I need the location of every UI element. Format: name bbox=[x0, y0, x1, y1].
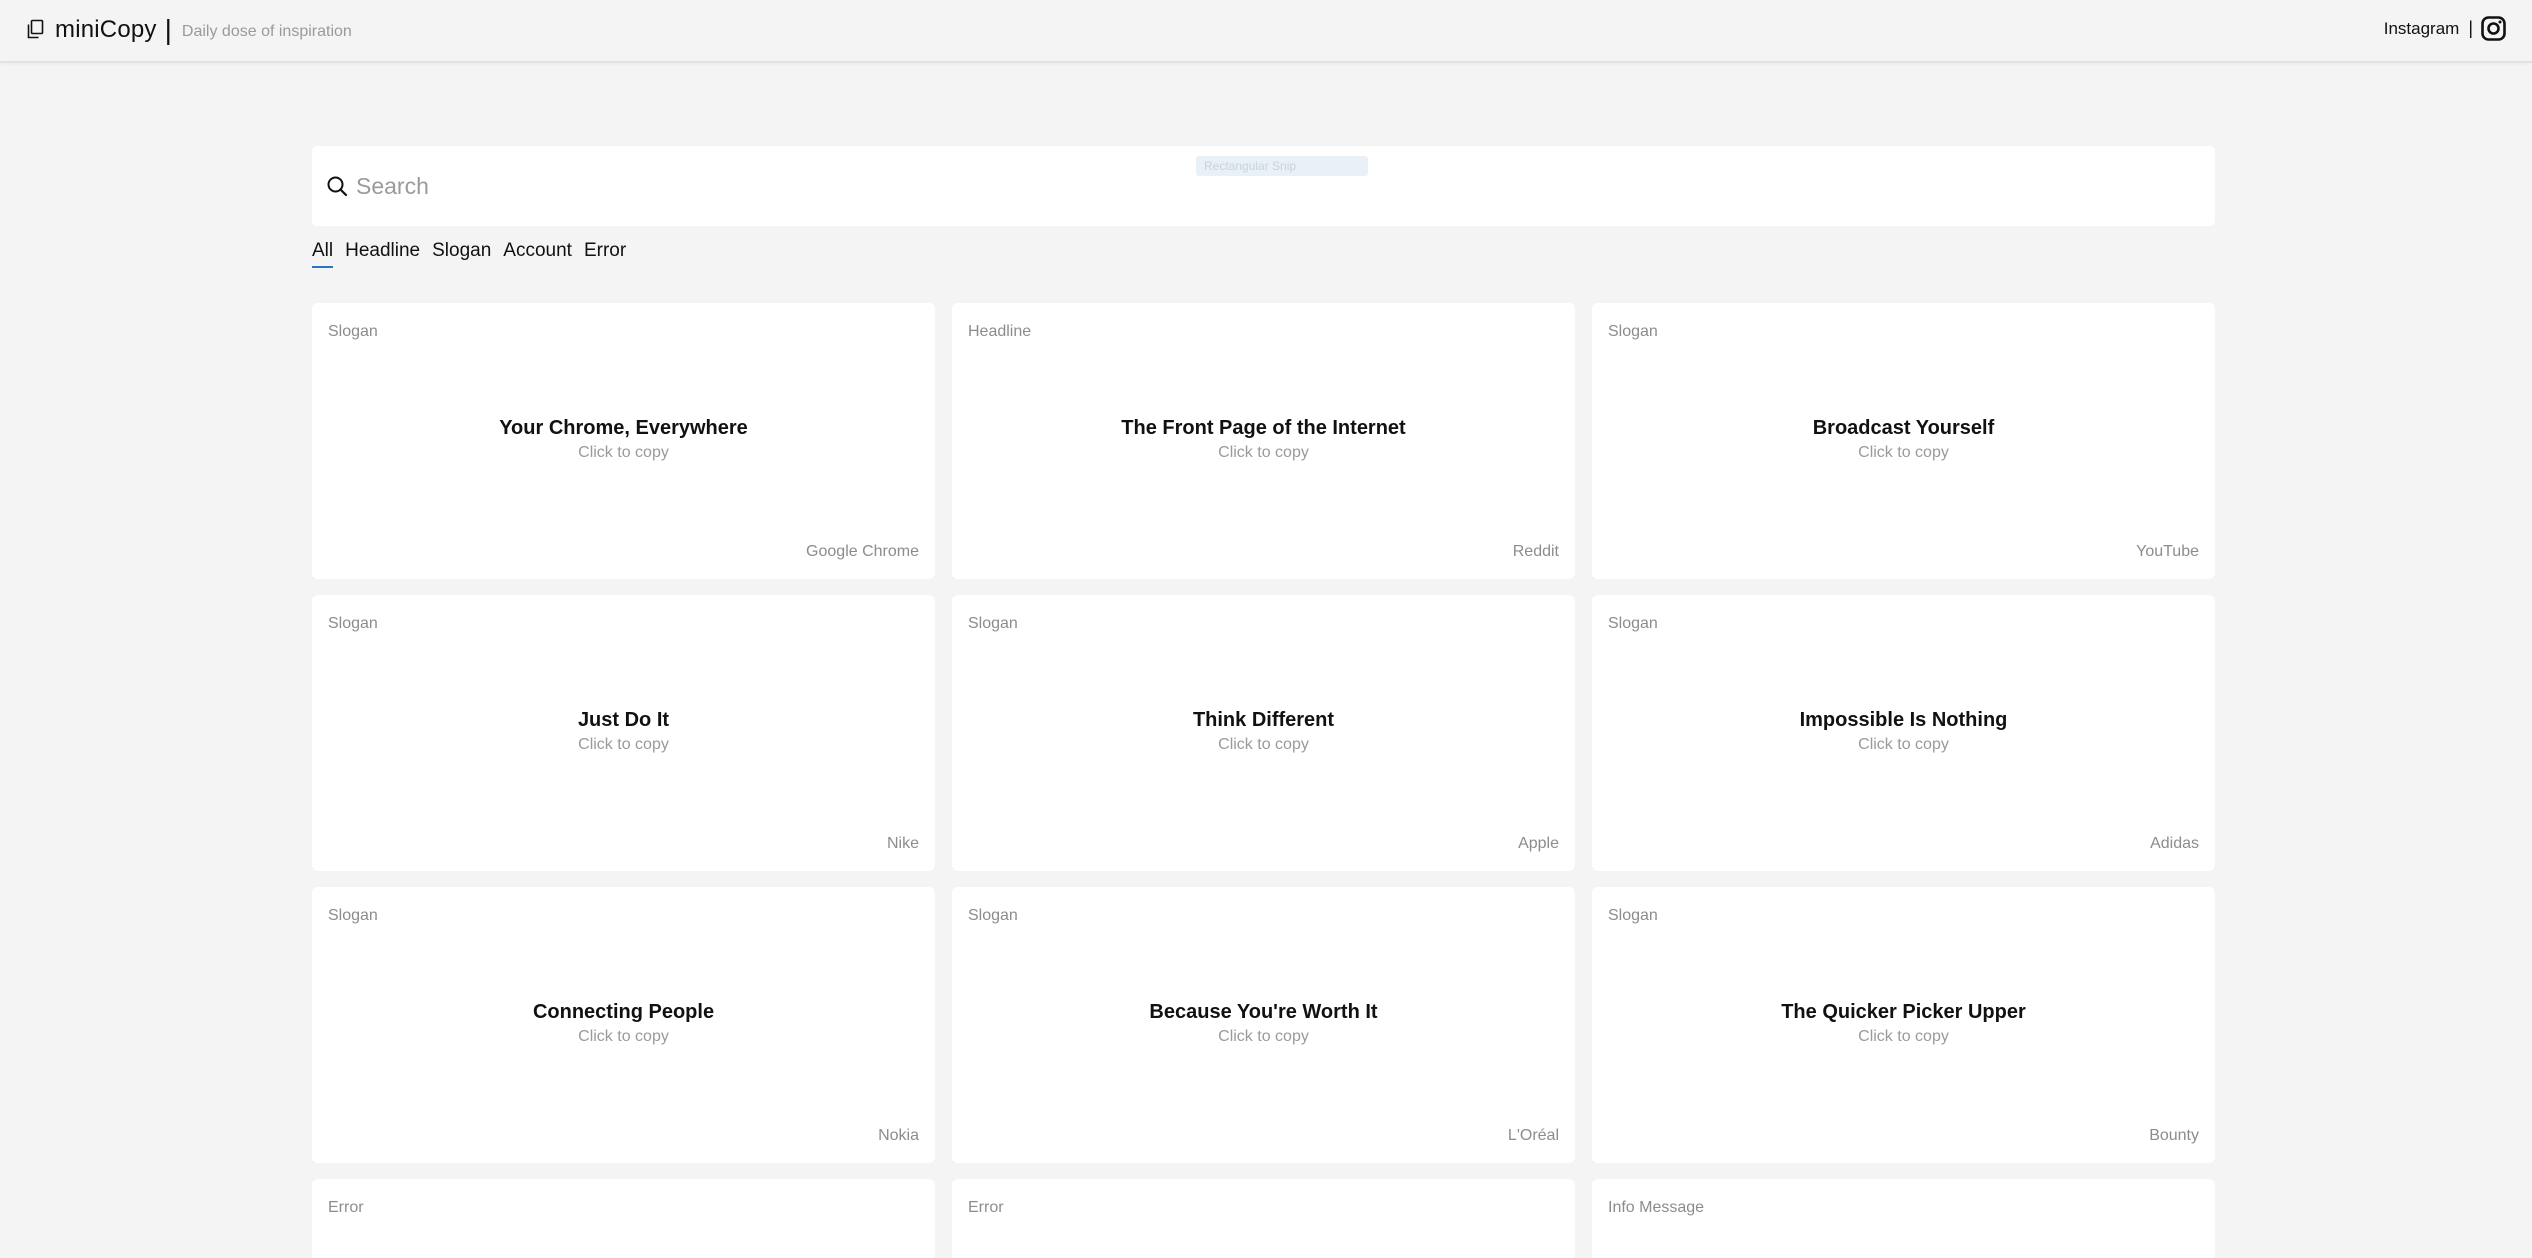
card-body: Think Different Click to copy bbox=[952, 709, 1575, 754]
card-copy-hint: Click to copy bbox=[578, 736, 669, 753]
card-source: Bounty bbox=[2149, 1127, 2199, 1144]
card-category: Slogan bbox=[968, 907, 1018, 924]
card-category: Slogan bbox=[328, 907, 378, 924]
card-title: Broadcast Yourself bbox=[1812, 417, 1995, 439]
card-copy-hint: Click to copy bbox=[1218, 444, 1309, 461]
copy-card[interactable]: Slogan Think Different Click to copy App… bbox=[952, 595, 1575, 871]
copy-card[interactable]: Slogan Your Chrome, Everywhere Click to … bbox=[312, 303, 935, 579]
card-title: Connecting People bbox=[532, 1001, 715, 1023]
card-title: Because You're Worth It bbox=[1149, 1001, 1378, 1023]
social-links: Instagram | bbox=[2384, 16, 2506, 41]
card-copy-hint: Click to copy bbox=[578, 444, 669, 461]
snip-tooltip-label: Rectangular Snip bbox=[1204, 159, 1297, 173]
card-source: Reddit bbox=[1512, 543, 1559, 560]
card-source: L'Oréal bbox=[1507, 1127, 1559, 1144]
search-icon bbox=[326, 175, 348, 197]
copy-card[interactable]: Slogan The Quicker Picker Upper Click to… bbox=[1592, 887, 2215, 1163]
card-copy-hint: Click to copy bbox=[1218, 1028, 1309, 1045]
card-category: Slogan bbox=[328, 323, 378, 340]
card-source: YouTube bbox=[2136, 543, 2199, 560]
card-category: Info Message bbox=[1608, 1199, 1705, 1216]
card-copy-hint: Click to copy bbox=[578, 1028, 669, 1045]
copy-card[interactable]: Error bbox=[952, 1179, 1575, 1258]
brand[interactable]: miniCopy | Daily dose of inspiration bbox=[25, 16, 352, 44]
tab-all[interactable]: All bbox=[312, 240, 334, 268]
card-copy-hint: Click to copy bbox=[1218, 736, 1309, 753]
card-title: Impossible Is Nothing bbox=[1799, 709, 2008, 731]
card-body: Just Do It Click to copy bbox=[312, 709, 935, 754]
copy-icon bbox=[25, 19, 45, 41]
instagram-link[interactable]: Instagram bbox=[2384, 19, 2460, 39]
brand-tagline: Daily dose of inspiration bbox=[181, 23, 352, 40]
card-source: Apple bbox=[1518, 835, 1559, 852]
tab-account[interactable]: Account bbox=[503, 240, 572, 268]
card-category: Slogan bbox=[1608, 615, 1658, 632]
snip-tooltip: Rectangular Snip bbox=[1196, 156, 1368, 176]
card-category: Slogan bbox=[968, 615, 1018, 632]
card-category: Slogan bbox=[328, 615, 378, 632]
tab-headline[interactable]: Headline bbox=[345, 240, 420, 268]
card-source: Nokia bbox=[878, 1127, 919, 1144]
card-category: Slogan bbox=[1608, 323, 1658, 340]
top-bar: miniCopy | Daily dose of inspiration Ins… bbox=[0, 0, 2532, 63]
card-body: Because You're Worth It Click to copy bbox=[952, 1001, 1575, 1046]
card-body: Your Chrome, Everywhere Click to copy bbox=[312, 417, 935, 462]
card-body: The Front Page of the Internet Click to … bbox=[952, 417, 1575, 462]
card-category: Slogan bbox=[1608, 907, 1658, 924]
copy-card[interactable]: Headline The Front Page of the Internet … bbox=[952, 303, 1575, 579]
card-source: Nike bbox=[886, 835, 919, 852]
brand-name[interactable]: miniCopy bbox=[55, 16, 157, 44]
card-copy-hint: Click to copy bbox=[1858, 736, 1949, 753]
social-separator: | bbox=[2468, 18, 2473, 38]
card-category: Headline bbox=[968, 323, 1032, 340]
card-body: The Quicker Picker Upper Click to copy bbox=[1592, 1001, 2215, 1046]
copy-card[interactable]: Slogan Broadcast Yourself Click to copy … bbox=[1592, 303, 2215, 579]
card-body: Impossible Is Nothing Click to copy bbox=[1592, 709, 2215, 754]
card-body: Broadcast Yourself Click to copy bbox=[1592, 417, 2215, 462]
copy-card[interactable]: Error bbox=[312, 1179, 935, 1258]
copy-card[interactable]: Slogan Just Do It Click to copy Nike bbox=[312, 595, 935, 871]
copy-card[interactable]: Slogan Connecting People Click to copy N… bbox=[312, 887, 935, 1163]
instagram-icon[interactable] bbox=[2481, 16, 2506, 41]
card-copy-hint: Click to copy bbox=[1858, 1028, 1949, 1045]
copy-card[interactable]: Info Message bbox=[1592, 1179, 2215, 1258]
tab-error[interactable]: Error bbox=[584, 240, 626, 268]
filter-tabs: All Headline Slogan Account Error bbox=[312, 240, 638, 268]
card-title: The Front Page of the Internet bbox=[1121, 417, 1406, 439]
brand-separator: | bbox=[164, 14, 172, 45]
card-title: Just Do It bbox=[577, 709, 670, 731]
card-category: Error bbox=[968, 1199, 1004, 1216]
card-title: The Quicker Picker Upper bbox=[1781, 1001, 2026, 1023]
copy-card[interactable]: Slogan Impossible Is Nothing Click to co… bbox=[1592, 595, 2215, 871]
card-category: Error bbox=[328, 1199, 364, 1216]
copy-card[interactable]: Slogan Because You're Worth It Click to … bbox=[952, 887, 1575, 1163]
card-source: Adidas bbox=[2150, 835, 2199, 852]
card-copy-hint: Click to copy bbox=[1858, 444, 1949, 461]
card-title: Think Different bbox=[1192, 709, 1335, 731]
card-source: Google Chrome bbox=[806, 543, 919, 560]
card-body: Connecting People Click to copy bbox=[312, 1001, 935, 1046]
card-title: Your Chrome, Everywhere bbox=[499, 417, 748, 439]
tab-slogan[interactable]: Slogan bbox=[432, 240, 491, 268]
